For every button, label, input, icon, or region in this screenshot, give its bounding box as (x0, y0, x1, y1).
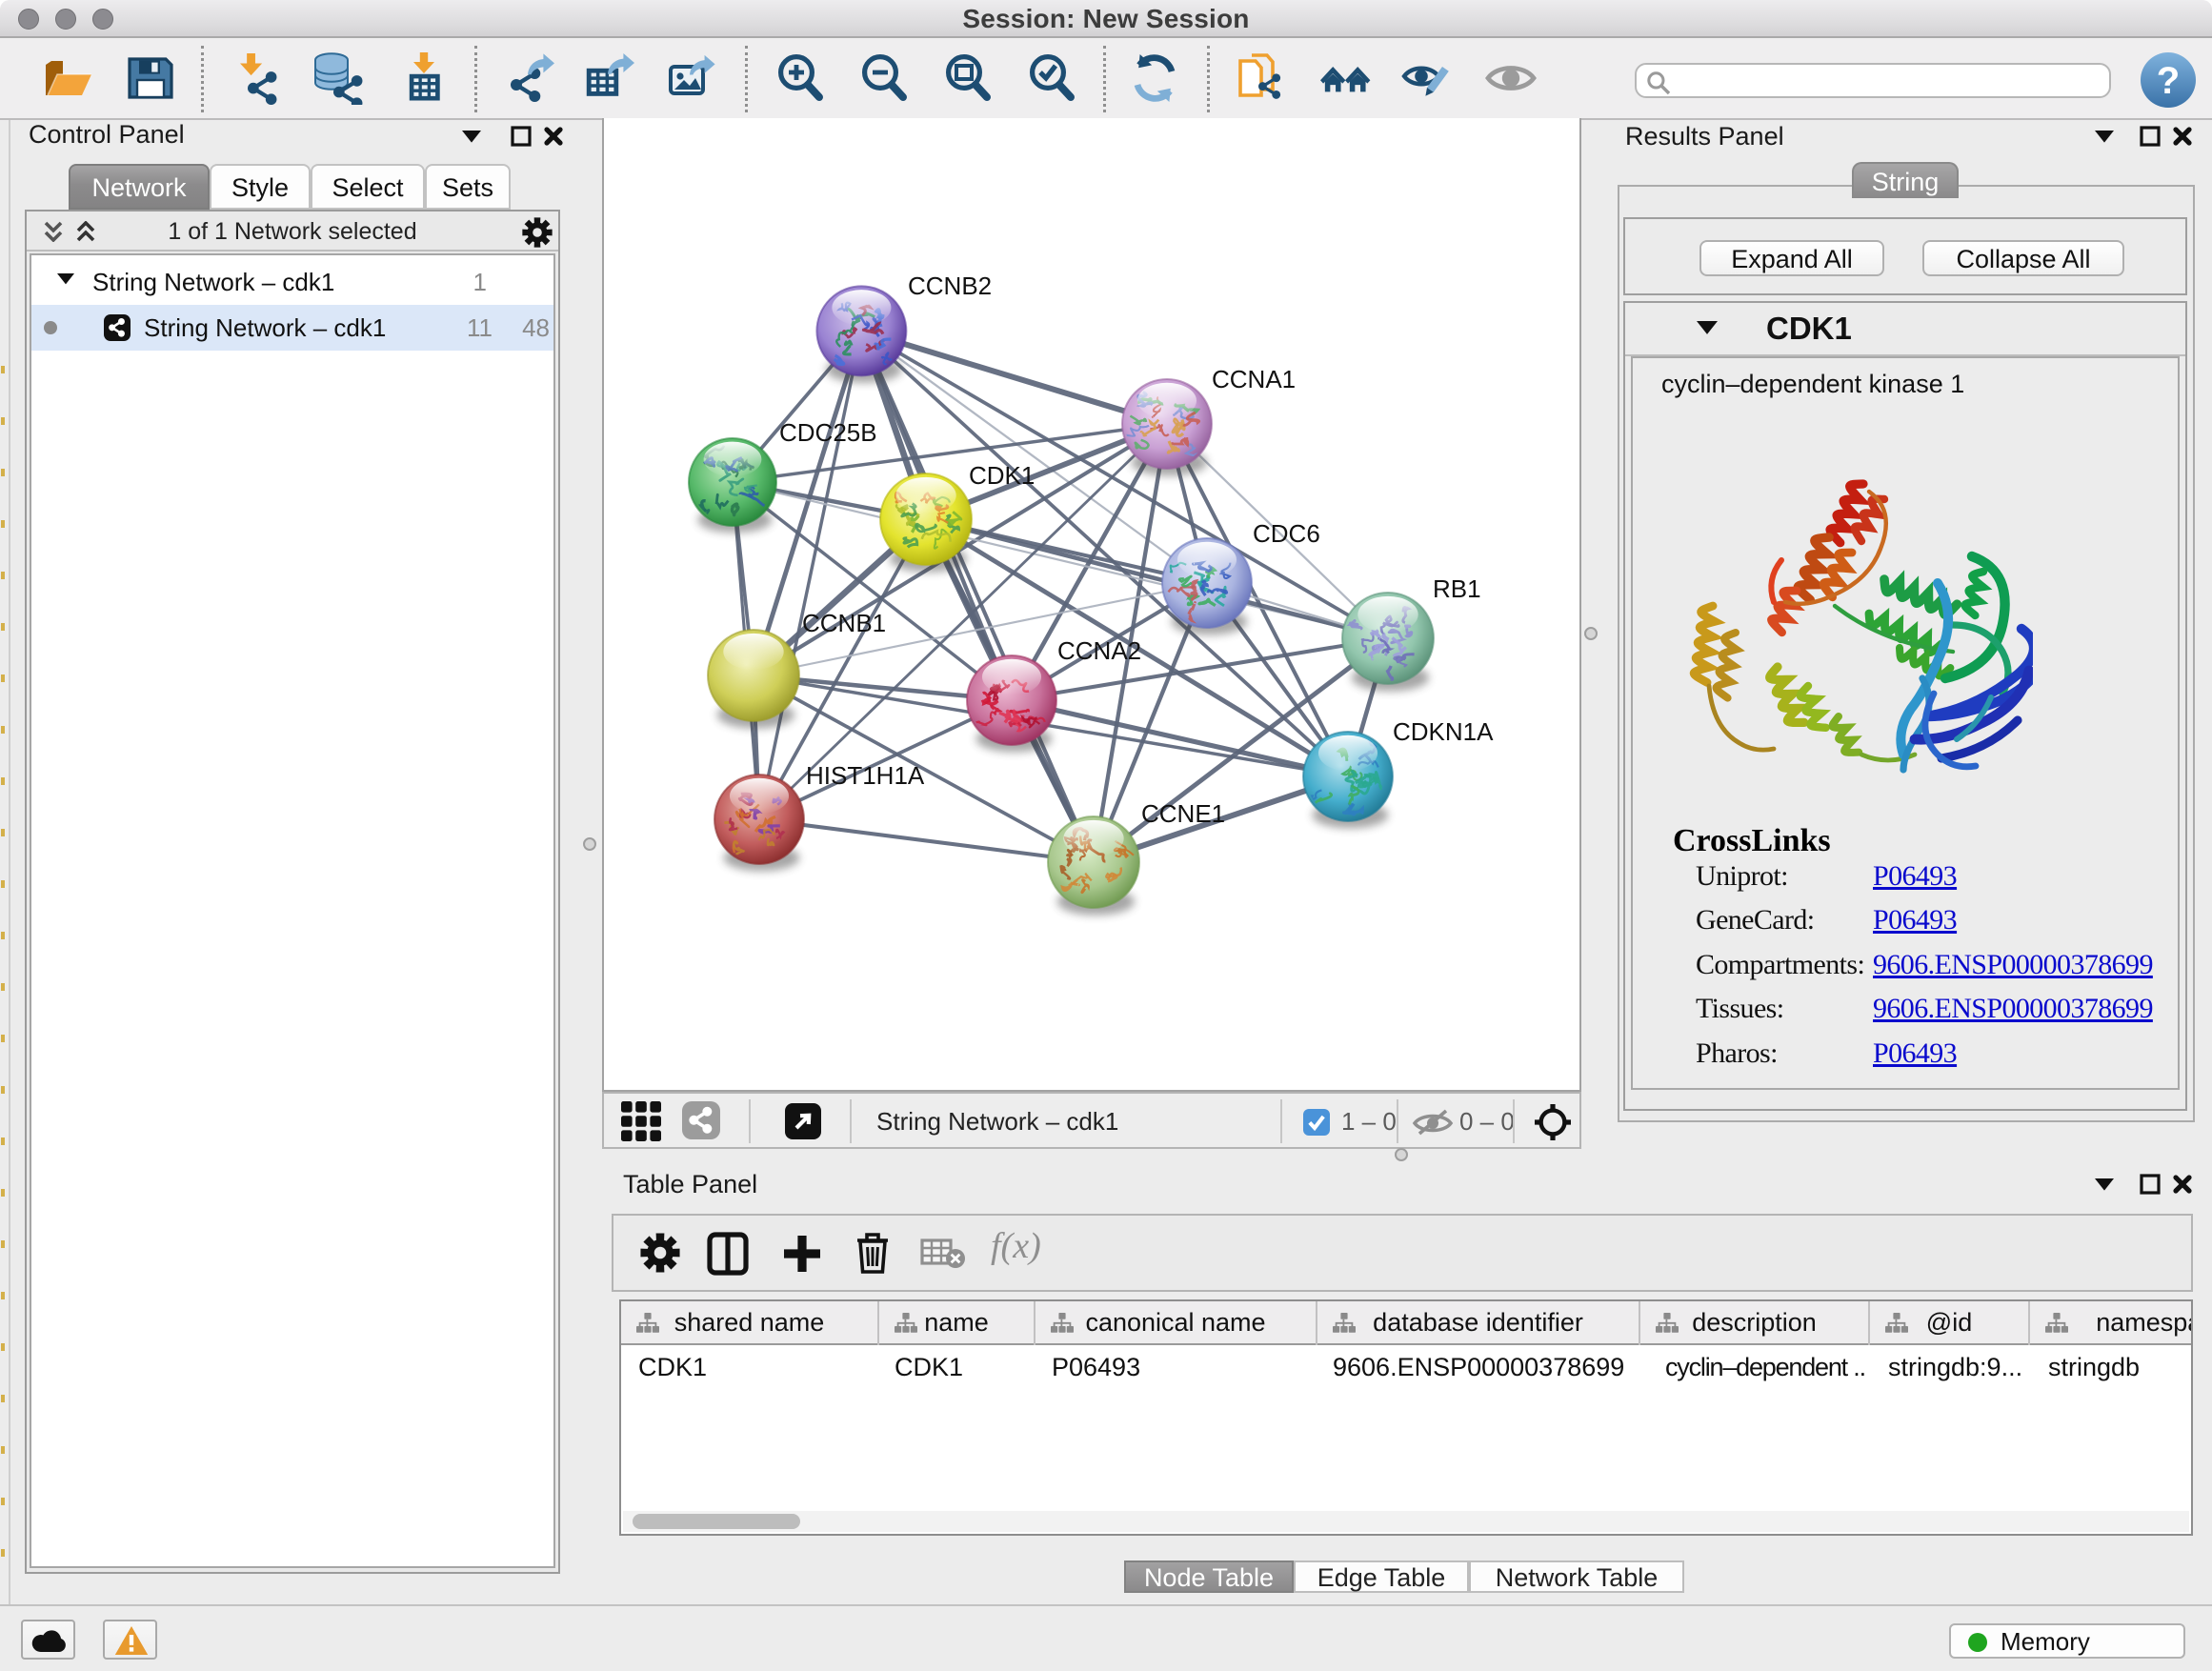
svg-text:HIST1H1A: HIST1H1A (806, 761, 925, 790)
svg-text:CCNB2: CCNB2 (908, 272, 992, 300)
svg-text:RB1: RB1 (1433, 574, 1481, 603)
svg-text:CDK1: CDK1 (969, 461, 1035, 490)
svg-text:CCNA1: CCNA1 (1212, 365, 1296, 393)
svg-text:CDC25B: CDC25B (779, 418, 877, 447)
svg-text:CDC6: CDC6 (1253, 519, 1320, 548)
svg-text:?: ? (2157, 60, 2180, 102)
svg-text:CCNE1: CCNE1 (1141, 799, 1225, 828)
svg-text:CDKN1A: CDKN1A (1393, 717, 1494, 746)
svg-text:CCNA2: CCNA2 (1057, 636, 1141, 665)
svg-text:CCNB1: CCNB1 (802, 609, 886, 637)
